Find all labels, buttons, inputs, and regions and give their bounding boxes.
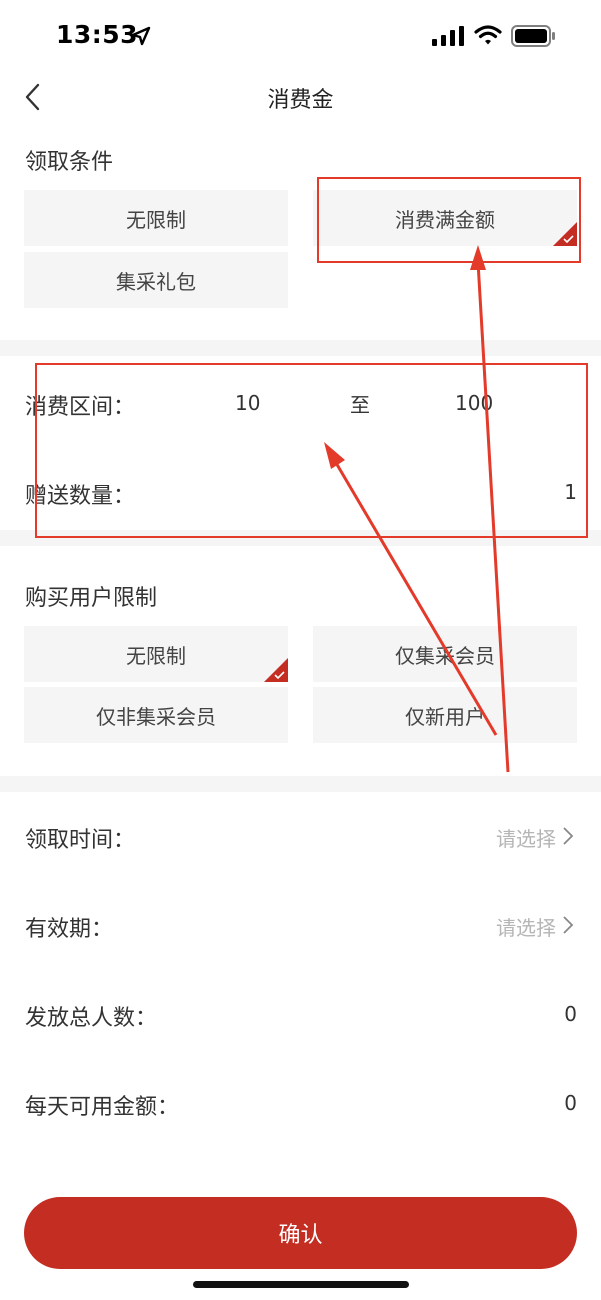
buyer-option-non-members-only[interactable]: 仅非集采会员 <box>24 687 288 743</box>
section-divider <box>0 340 601 356</box>
location-arrow-icon <box>131 26 151 46</box>
option-label: 无限制 <box>126 207 186 232</box>
buyer-limit-title: 购买用户限制 <box>25 586 158 611</box>
claim-condition-title: 领取条件 <box>25 150 114 175</box>
option-label: 无限制 <box>126 643 186 668</box>
daily-amount-input[interactable]: 0 <box>564 1091 577 1115</box>
status-time: 13:53 <box>56 20 139 49</box>
wifi-icon <box>474 25 502 45</box>
claim-option-gift-pack[interactable]: 集采礼包 <box>24 252 288 308</box>
option-label: 仅新用户 <box>405 704 485 729</box>
annotation-highlight-box <box>317 177 581 263</box>
battery-icon <box>511 25 555 47</box>
claim-time-picker[interactable]: 请选择 <box>496 823 556 852</box>
option-label: 仅非集采会员 <box>96 704 216 729</box>
status-bar: 13:53 <box>0 0 601 70</box>
validity-label: 有效期： <box>25 917 114 942</box>
daily-amount-label: 每天可用金额： <box>25 1095 180 1120</box>
confirm-button[interactable]: 确认 <box>24 1197 577 1269</box>
home-indicator <box>193 1281 409 1288</box>
selected-check-icon <box>264 658 288 682</box>
annotation-highlight-box <box>35 363 588 538</box>
cellular-signal-icon <box>432 26 464 46</box>
buyer-option-members-only[interactable]: 仅集采会员 <box>313 626 577 682</box>
buyer-option-unlimited[interactable]: 无限制 <box>24 626 288 682</box>
chevron-right-icon <box>563 827 574 845</box>
validity-picker[interactable]: 请选择 <box>496 912 556 941</box>
claim-option-unlimited[interactable]: 无限制 <box>24 190 288 246</box>
option-label: 仅集采会员 <box>395 643 495 668</box>
section-divider <box>0 776 601 792</box>
buyer-option-new-users-only[interactable]: 仅新用户 <box>313 687 577 743</box>
claim-time-label: 领取时间： <box>25 828 136 853</box>
total-recipients-label: 发放总人数： <box>25 1006 158 1031</box>
page-title: 消费金 <box>267 88 334 113</box>
chevron-right-icon <box>563 916 574 934</box>
option-label: 集采礼包 <box>116 269 196 294</box>
total-recipients-input[interactable]: 0 <box>564 1002 577 1026</box>
